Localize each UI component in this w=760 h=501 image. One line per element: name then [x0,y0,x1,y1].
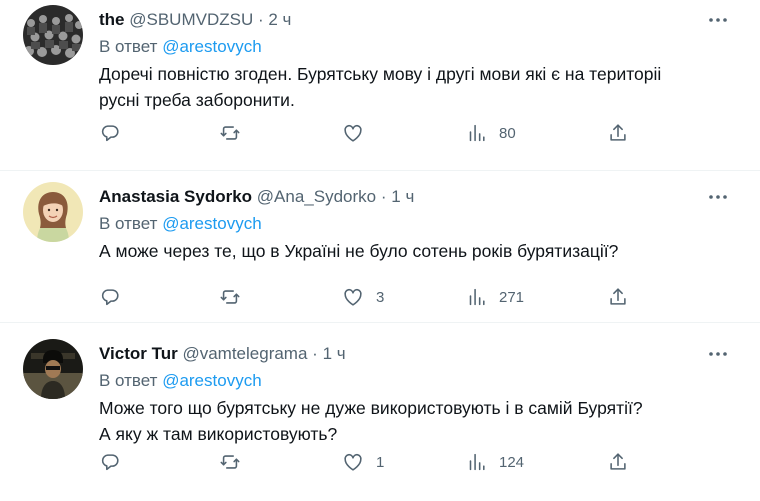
tweet-text-line: Може того що бурятську не дуже використо… [99,398,643,418]
tweet-text-line: А яку ж там використовують? [99,424,338,444]
separator-dot: · [257,10,264,29]
separator-dot: · [380,187,387,206]
retweet-button[interactable] [219,285,241,309]
tweet-text: А може через те, що в Україні не було со… [99,238,730,264]
more-icon[interactable] [706,342,730,366]
avatar-victor[interactable] [23,339,83,399]
views-count: 80 [499,124,516,142]
author-handle[interactable]: @SBUMVDZSU [129,10,253,29]
reply-mention-link[interactable]: @arestovych [162,37,261,56]
tweet-2[interactable]: Anastasia Sydorko @Ana_Sydorko · 1 ч В о… [0,171,760,323]
tweet-text: Доречі повністю згоден. Бурятську мову і… [99,61,730,113]
like-button[interactable]: 3 [342,285,384,309]
tweet-text: Може того що бурятську не дуже використо… [99,395,730,447]
author-name[interactable]: the [99,10,125,29]
author-name[interactable]: Victor Tur [99,344,178,363]
retweet-icon [219,122,241,144]
retweet-button[interactable] [219,450,241,474]
tweet-text-line: А може через те, що в Україні не було со… [99,241,619,261]
retweet-button[interactable] [219,121,241,145]
retweet-icon [219,286,241,308]
tweet-3[interactable]: Victor Tur @vamtelegrama · 1 ч В ответ @… [0,323,760,501]
reply-icon [99,286,121,308]
like-button[interactable] [342,121,376,145]
reply-mention-link[interactable]: @arestovych [162,214,261,233]
views-icon [465,122,487,144]
views-button[interactable]: 271 [465,285,524,309]
reply-mention-link[interactable]: @arestovych [162,371,261,390]
reply-prefix: В ответ [99,371,158,390]
like-icon [342,122,364,144]
avatar-anastasia[interactable] [23,182,83,242]
avatar-illustration-image [23,182,83,242]
tweet-text-line: русні треба заборонити. [99,90,295,110]
reply-button[interactable] [99,285,121,309]
like-icon [342,451,364,473]
reply-button[interactable] [99,450,121,474]
reply-icon [99,451,121,473]
like-count: 1 [376,453,385,471]
reply-icon [99,122,121,144]
share-icon [607,122,629,144]
views-button[interactable]: 124 [465,450,524,474]
tweet-actions: 1 124 [0,450,760,474]
share-icon [607,286,629,308]
timestamp[interactable]: 1 ч [323,344,346,363]
reply-prefix: В ответ [99,214,158,233]
share-button[interactable] [607,121,629,145]
more-icon[interactable] [706,185,730,209]
reply-button[interactable] [99,121,121,145]
author-name[interactable]: Anastasia Sydorko [99,187,252,206]
author-handle[interactable]: @Ana_Sydorko [257,187,376,206]
views-count: 271 [499,288,525,306]
tweet-actions: 3 271 [0,285,760,309]
reply-context: В ответ @arestovych [99,370,730,392]
like-icon [342,286,364,308]
avatar-photo-image [23,339,83,399]
reply-context: В ответ @arestovych [99,36,730,58]
views-button[interactable]: 80 [465,121,516,145]
avatar-the[interactable] [23,5,83,65]
share-button[interactable] [607,450,629,474]
reply-context: В ответ @arestovych [99,213,730,235]
views-count: 124 [499,453,525,471]
timestamp[interactable]: 2 ч [268,10,291,29]
views-icon [465,451,487,473]
share-icon [607,451,629,473]
avatar-crowd-image [23,5,83,65]
tweet-1[interactable]: the @SBUMVDZSU · 2 ч В ответ @arestovych… [0,0,760,171]
timestamp[interactable]: 1 ч [391,187,414,206]
views-icon [465,286,487,308]
like-count: 3 [376,288,385,306]
tweet-actions: 80 [0,121,760,145]
retweet-icon [219,451,241,473]
author-handle[interactable]: @vamtelegrama [182,344,307,363]
share-button[interactable] [607,285,629,309]
separator-dot: · [312,344,318,363]
like-button[interactable]: 1 [342,450,384,474]
tweet-text-line: Доречі повністю згоден. Бурятську мову і… [99,64,662,84]
more-icon[interactable] [706,8,730,32]
reply-prefix: В ответ [99,37,158,56]
